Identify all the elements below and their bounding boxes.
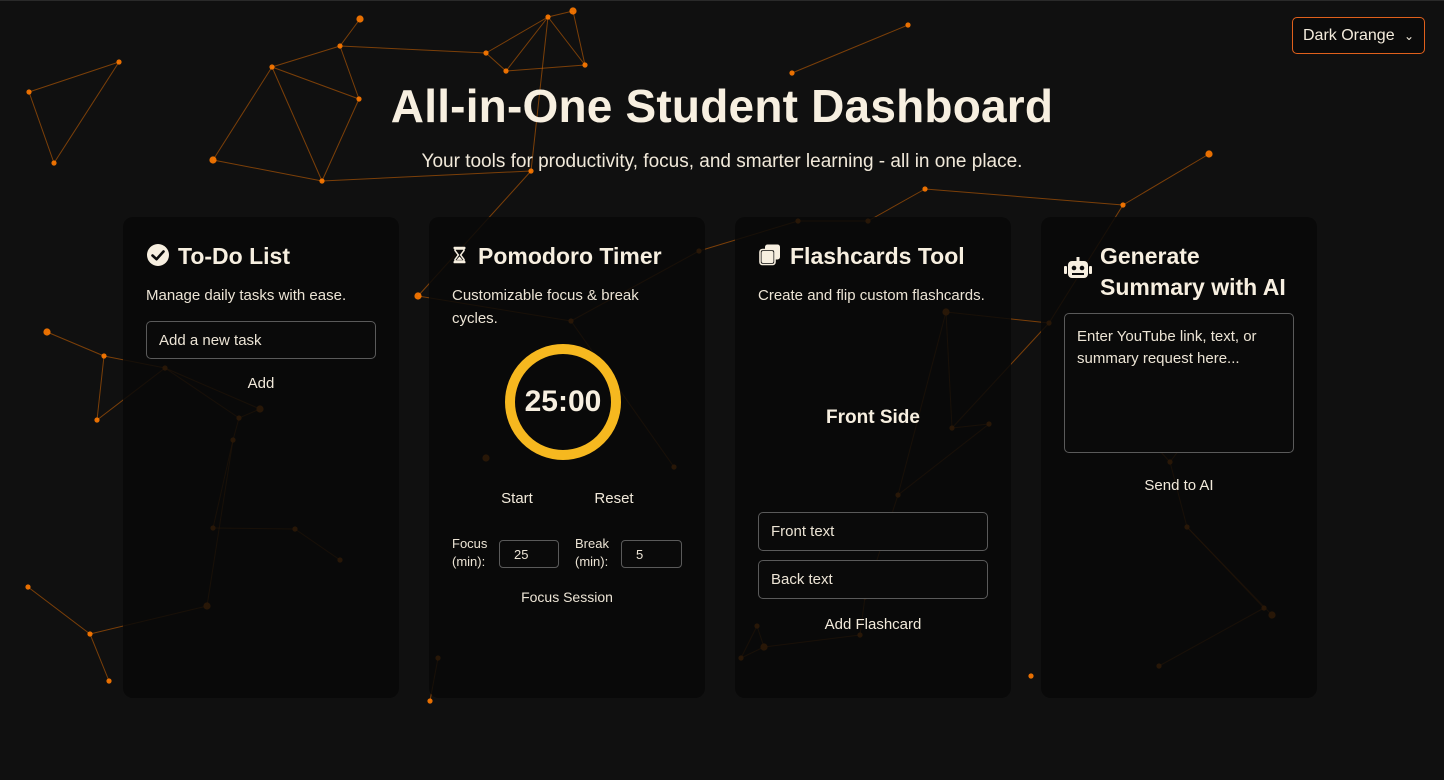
focus-minutes-value: 25: [514, 546, 529, 562]
flashcards-title-text: Flashcards Tool: [790, 243, 965, 269]
network-node: [414, 292, 422, 300]
session-label: Focus Session: [521, 589, 613, 605]
back-text-input[interactable]: Back text: [758, 560, 988, 599]
theme-select-value: Dark Orange: [1303, 26, 1395, 44]
todo-card: To-Do List Manage daily tasks with ease.…: [123, 217, 399, 698]
flashcard-preview[interactable]: Front Side: [758, 407, 988, 429]
network-link: [96, 355, 105, 421]
network-link: [485, 16, 549, 54]
network-node: [101, 353, 107, 359]
new-task-input[interactable]: Add a new task: [146, 321, 376, 359]
network-link: [46, 331, 105, 357]
network-node: [356, 15, 364, 23]
flashcards-card: Flashcards Tool Create and flip custom f…: [735, 217, 1011, 698]
add-task-button[interactable]: Add: [146, 375, 376, 392]
network-node: [582, 62, 588, 68]
network-node: [569, 7, 577, 15]
network-node: [25, 584, 31, 590]
front-text-placeholder: Front text: [771, 523, 835, 540]
send-to-ai-button[interactable]: Send to AI: [1064, 477, 1294, 494]
check-circle-icon: [147, 244, 169, 266]
network-link: [485, 52, 507, 72]
flashcards-description: Create and flip custom flashcards.: [758, 287, 985, 304]
flashcards-card-title: Flashcards Tool: [758, 241, 988, 272]
network-node: [789, 70, 795, 76]
network-link: [505, 16, 549, 72]
cards-icon: [759, 244, 780, 266]
network-node: [545, 14, 551, 20]
network-node: [269, 64, 275, 70]
robot-icon: [1064, 257, 1092, 278]
pomodoro-title-text: Pomodoro Timer: [478, 243, 662, 269]
network-node: [1120, 202, 1126, 208]
pomodoro-description: Customizable focus & break cycles.: [452, 287, 639, 327]
network-node: [503, 68, 509, 74]
new-task-placeholder: Add a new task: [159, 331, 262, 349]
focus-minutes-input[interactable]: 25: [499, 540, 559, 568]
back-text-placeholder: Back text: [771, 571, 833, 588]
timer-value: 25:00: [524, 385, 602, 418]
ai-title-text: Generate Summary with AI: [1100, 243, 1286, 300]
network-node: [94, 417, 100, 423]
front-text-input[interactable]: Front text: [758, 512, 988, 551]
ai-card-title: Generate Summary with AI: [1064, 241, 1294, 303]
add-flashcard-button[interactable]: Add Flashcard: [758, 616, 988, 633]
network-node: [337, 43, 343, 49]
timer-display: 25:00: [505, 344, 621, 460]
network-node: [87, 631, 93, 637]
network-link: [89, 633, 110, 682]
ai-summary-card: Generate Summary with AI Enter YouTube l…: [1041, 217, 1317, 698]
break-minutes-input[interactable]: 5: [621, 540, 682, 568]
pomodoro-card: Pomodoro Timer Customizable focus & brea…: [429, 217, 705, 698]
ai-prompt-placeholder: Enter YouTube link, text, or summary req…: [1077, 328, 1257, 367]
network-node: [483, 50, 489, 56]
pomodoro-card-title: Pomodoro Timer: [452, 241, 682, 272]
theme-select[interactable]: Dark Orange ⌄: [1292, 17, 1425, 54]
network-link: [924, 188, 1124, 206]
break-minutes-label: Break (min):: [575, 536, 609, 569]
reset-button[interactable]: Reset: [584, 490, 644, 507]
network-node: [922, 186, 928, 192]
focus-minutes-label: Focus (min):: [452, 536, 488, 569]
network-link: [547, 10, 574, 18]
network-node: [427, 698, 433, 704]
network-node: [43, 328, 51, 336]
break-minutes-value: 5: [636, 546, 644, 562]
network-node: [905, 22, 911, 28]
network-link: [271, 45, 341, 68]
network-link: [339, 18, 361, 47]
todo-description: Manage daily tasks with ease.: [146, 287, 347, 304]
todo-card-title: To-Do List: [146, 241, 376, 272]
network-node: [319, 178, 325, 184]
hourglass-icon: [453, 246, 466, 264]
network-link: [339, 45, 487, 54]
start-button[interactable]: Start: [487, 490, 547, 507]
dashboard-page: Dark Orange ⌄ All-in-One Student Dashboa…: [0, 0, 1444, 780]
network-node: [106, 678, 112, 684]
todo-title-text: To-Do List: [178, 243, 290, 269]
page-title: All-in-One Student Dashboard: [390, 80, 1054, 132]
network-node: [1028, 673, 1034, 679]
ai-prompt-textarea[interactable]: Enter YouTube link, text, or summary req…: [1064, 313, 1294, 453]
network-link: [27, 586, 91, 635]
network-link: [505, 64, 586, 72]
hero: All-in-One Student Dashboard Your tools …: [0, 79, 1444, 173]
chevron-down-icon: ⌄: [1403, 28, 1414, 43]
page-subtitle: Your tools for productivity, focus, and …: [421, 151, 1023, 172]
flashcard-face-text: Front Side: [826, 407, 920, 428]
network-node: [116, 59, 122, 65]
network-link: [791, 24, 909, 74]
